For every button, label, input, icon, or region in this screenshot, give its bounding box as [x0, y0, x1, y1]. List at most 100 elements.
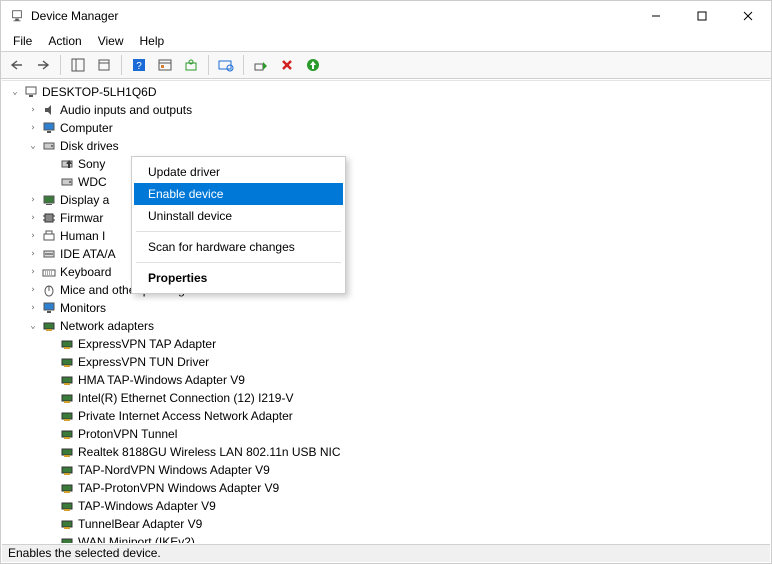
collapse-icon[interactable]: ⌄ — [26, 321, 40, 331]
monitor-icon — [41, 300, 57, 316]
expand-icon[interactable]: › — [26, 303, 40, 313]
network-adapter-icon — [59, 498, 75, 514]
close-button[interactable] — [725, 1, 771, 31]
menu-action[interactable]: Action — [40, 32, 89, 50]
expand-icon[interactable]: › — [26, 231, 40, 241]
ctx-update-driver[interactable]: Update driver — [134, 161, 343, 183]
tree-device-net6[interactable]: Realtek 8188GU Wireless LAN 802.11n USB … — [8, 443, 770, 461]
tree-device-net11[interactable]: WAN Miniport (IKEv2) — [8, 533, 770, 543]
tree-label: Sony — [78, 157, 105, 171]
expand-icon[interactable]: › — [26, 195, 40, 205]
menu-file[interactable]: File — [5, 32, 40, 50]
tree-device-net3[interactable]: Intel(R) Ethernet Connection (12) I219-V — [8, 389, 770, 407]
context-menu: Update driver Enable device Uninstall de… — [131, 156, 346, 294]
network-adapter-icon — [59, 408, 75, 424]
tree-label: ProtonVPN Tunnel — [78, 427, 177, 441]
update-driver-button[interactable] — [179, 54, 203, 76]
properties-button[interactable] — [92, 54, 116, 76]
tree-device-net10[interactable]: TunnelBear Adapter V9 — [8, 515, 770, 533]
help-button[interactable]: ? — [127, 54, 151, 76]
drive-icon — [41, 138, 57, 154]
show-hide-tree-button[interactable] — [66, 54, 90, 76]
tree-root[interactable]: ⌄ DESKTOP-5LH1Q6D — [8, 83, 770, 101]
network-icon — [41, 318, 57, 334]
network-adapter-icon — [59, 372, 75, 388]
expand-icon[interactable]: › — [26, 213, 40, 223]
status-bar: Enables the selected device. — [2, 544, 770, 562]
expand-icon[interactable]: › — [26, 105, 40, 115]
back-button[interactable] — [5, 54, 29, 76]
tree-label: IDE ATA/A — [60, 247, 116, 261]
tree-category-computer[interactable]: › Computer — [8, 119, 770, 137]
tree-category-diskdrives[interactable]: ⌄ Disk drives — [8, 137, 770, 155]
ctx-properties[interactable]: Properties — [134, 267, 343, 289]
uninstall-device-button[interactable] — [275, 54, 299, 76]
tree-label: HMA TAP-Windows Adapter V9 — [78, 373, 245, 387]
chip-icon — [41, 210, 57, 226]
tree-label: ExpressVPN TAP Adapter — [78, 337, 216, 351]
tree-category-display[interactable]: › Display a — [8, 191, 770, 209]
tree-label: TunnelBear Adapter V9 — [78, 517, 202, 531]
tree-category-network[interactable]: ⌄ Network adapters — [8, 317, 770, 335]
display-adapter-icon — [41, 192, 57, 208]
add-legacy-hardware-button[interactable] — [301, 54, 325, 76]
mouse-icon — [41, 282, 57, 298]
tree-device-net4[interactable]: Private Internet Access Network Adapter — [8, 407, 770, 425]
menu-view[interactable]: View — [90, 32, 132, 50]
tree-label: TAP-ProtonVPN Windows Adapter V9 — [78, 481, 279, 495]
tree-label: WAN Miniport (IKEv2) — [78, 535, 195, 543]
tree-device-sony[interactable]: Sony — [8, 155, 770, 173]
tree-category-ide[interactable]: › IDE ATA/A — [8, 245, 770, 263]
tree-device-net8[interactable]: TAP-ProtonVPN Windows Adapter V9 — [8, 479, 770, 497]
tree-label: DESKTOP-5LH1Q6D — [42, 85, 157, 99]
tree-label: Display a — [60, 193, 109, 207]
collapse-icon[interactable]: ⌄ — [8, 87, 22, 97]
ctx-uninstall-device[interactable]: Uninstall device — [134, 205, 343, 227]
ide-icon — [41, 246, 57, 262]
tree-device-net2[interactable]: HMA TAP-Windows Adapter V9 — [8, 371, 770, 389]
menubar: File Action View Help — [1, 31, 771, 51]
tree-category-keyboards[interactable]: › Keyboard — [8, 263, 770, 281]
scan-hardware-button[interactable] — [214, 54, 238, 76]
tree-category-monitors[interactable]: › Monitors — [8, 299, 770, 317]
titlebar: Device Manager — [1, 1, 771, 31]
tree-device-net1[interactable]: ExpressVPN TUN Driver — [8, 353, 770, 371]
tree-category-mice[interactable]: › Mice and other pointing devices — [8, 281, 770, 299]
tree-label: Network adapters — [60, 319, 154, 333]
expand-icon[interactable]: › — [26, 267, 40, 277]
maximize-button[interactable] — [679, 1, 725, 31]
network-adapter-icon — [59, 354, 75, 370]
tree-label: TAP-Windows Adapter V9 — [78, 499, 216, 513]
tree-category-audio[interactable]: › Audio inputs and outputs — [8, 101, 770, 119]
ctx-scan-hardware[interactable]: Scan for hardware changes — [134, 236, 343, 258]
tree-device-net5[interactable]: ProtonVPN Tunnel — [8, 425, 770, 443]
tree-device-net7[interactable]: TAP-NordVPN Windows Adapter V9 — [8, 461, 770, 479]
drive-disabled-icon — [59, 156, 75, 172]
tree-label: Disk drives — [60, 139, 119, 153]
collapse-icon[interactable]: ⌄ — [26, 141, 40, 151]
tree-category-hid[interactable]: › Human I — [8, 227, 770, 245]
tree-label: Firmwar — [60, 211, 103, 225]
computer-icon — [23, 84, 39, 100]
ctx-separator — [136, 262, 341, 263]
device-tree[interactable]: ⌄ DESKTOP-5LH1Q6D › Audio inputs and out… — [2, 80, 770, 543]
ctx-separator — [136, 231, 341, 232]
tree-device-net0[interactable]: ExpressVPN TAP Adapter — [8, 335, 770, 353]
expand-icon[interactable]: › — [26, 249, 40, 259]
toolbar-separator — [60, 55, 61, 75]
tree-category-firmware[interactable]: › Firmwar — [8, 209, 770, 227]
minimize-button[interactable] — [633, 1, 679, 31]
expand-icon[interactable]: › — [26, 123, 40, 133]
menu-help[interactable]: Help — [132, 32, 173, 50]
toolbar-separator — [208, 55, 209, 75]
ctx-enable-device[interactable]: Enable device — [134, 183, 343, 205]
tree-label: Human I — [60, 229, 105, 243]
tree-device-net9[interactable]: TAP-Windows Adapter V9 — [8, 497, 770, 515]
forward-button[interactable] — [31, 54, 55, 76]
enable-device-button[interactable] — [249, 54, 273, 76]
network-adapter-icon — [59, 426, 75, 442]
tree-device-wdc[interactable]: WDC — [8, 173, 770, 191]
tree-label: Realtek 8188GU Wireless LAN 802.11n USB … — [78, 445, 341, 459]
action-button[interactable] — [153, 54, 177, 76]
expand-icon[interactable]: › — [26, 285, 40, 295]
